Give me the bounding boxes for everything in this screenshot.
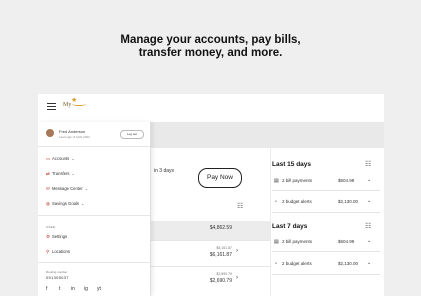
section-label: USER [46,225,56,229]
row-divider [272,190,380,191]
nav-item-locations[interactable]: ⚲ Locations [46,249,70,255]
filter-icon[interactable]: ☷ [365,160,371,168]
row-divider [150,266,270,267]
account-available: $2,890.79 [216,272,232,276]
user-name: Fred Anderson [59,129,86,134]
account-amount: $4,862.59 [209,225,232,231]
chevron-down-icon[interactable]: ⌄ [367,260,371,266]
log-out-button[interactable]: Log out [120,130,144,139]
nav-item-settings[interactable]: ⚙ Settings [46,234,67,240]
nav-label: Settings [52,234,68,239]
nav-label: Message Center [52,186,83,191]
chevron-down-icon: ⌄ [71,156,75,161]
instagram-icon[interactable]: ig [84,286,88,292]
budget-icon: ◔ [274,261,278,267]
chevron-right-icon[interactable]: › [236,275,238,281]
row-divider [272,274,380,275]
headline-line1: Manage your accounts, pay bills, [120,34,301,46]
twitter-icon[interactable]: t [59,286,60,292]
bill-due-text: in 3 days [154,168,175,174]
chevron-down-icon[interactable]: ⌄ [367,177,371,183]
item-label: 2 budget alerts [282,261,312,266]
budget-icon: ◔ [274,199,278,205]
nav-item-transfers[interactable]: ⇄ Transfers ⌄ [46,171,75,177]
nav-drawer: Fred Anderson Last login: 8 AUG 2022 Log… [38,122,151,296]
row-divider [272,212,380,213]
hamburger-menu-icon[interactable] [47,103,56,110]
nav-label: Accounts [52,156,70,161]
bill-icon: ▤ [274,239,279,245]
youtube-icon[interactable]: yt [97,286,101,292]
last-7-days-title: Last 7 days [272,223,308,230]
drawer-divider [38,215,150,216]
budget-alerts-item[interactable]: ◔ 2 budget alerts [274,261,312,267]
facebook-icon[interactable]: f [46,286,47,292]
item-label: 2 budget alerts [282,199,312,204]
nav-label: Transfers [52,171,70,176]
row-divider [272,251,380,252]
item-value: $2,130.00 [338,261,359,266]
row-divider [150,240,270,241]
bill-payments-item[interactable]: ▤ 2 bill payments [274,239,312,245]
nav-item-accounts[interactable]: ▭ Accounts ⌄ [46,156,75,162]
drawer-divider [38,146,150,147]
header-strip [150,122,384,148]
bill-payments-item[interactable]: ▤ 2 bill payments [274,178,312,184]
last-15-days-title: Last 15 days [272,161,312,168]
star-icon: ★ [71,96,78,104]
routing-label: Routing number [46,270,68,274]
item-label: 2 bill payments [282,178,313,183]
nav-label: Locations [52,249,70,254]
nav-label: Savings Goals [52,201,79,206]
app-logo[interactable]: ★ My [63,96,87,108]
item-value: $604.99 [338,178,355,183]
linkedin-icon[interactable]: in [71,286,75,292]
filter-icon[interactable]: ☷ [365,222,371,230]
chevron-down-icon: ⌄ [81,201,85,206]
app-frame: ★ My in 3 days Pay Now ☷ $4,862.59 $5,16… [38,94,384,296]
account-amount: $6,161.87 [209,252,232,258]
nav-item-message-center[interactable]: ✉ Message Center ⌄ [46,186,88,192]
chevron-down-icon[interactable]: ⌄ [367,238,371,244]
last-login: Last login: 8 AUG 2022 [59,135,90,139]
account-amount: $2,690.79 [209,278,232,284]
budget-alerts-item[interactable]: ◔ 2 budget alerts [274,199,312,205]
item-label: 2 bill payments [282,239,313,244]
item-value: $604.99 [338,239,355,244]
item-value: $2,130.00 [338,199,359,204]
headline-line2: transfer money, and more. [138,47,283,59]
account-available: $5,161.87 [216,246,232,250]
filter-icon[interactable]: ☷ [237,202,243,210]
drawer-divider [38,262,150,263]
chevron-down-icon[interactable]: ⌄ [367,198,371,204]
chevron-right-icon[interactable]: › [236,248,238,254]
chevron-down-icon: ⌄ [84,186,89,191]
routing-number: 091305037 [46,275,69,280]
top-bar: ★ My [38,94,384,123]
bill-icon: ▤ [274,178,279,184]
avatar [46,129,54,137]
chevron-down-icon: ⌄ [71,171,75,176]
pay-now-button[interactable]: Pay Now [198,168,242,188]
nav-item-savings-goals[interactable]: ◍ Savings Goals ⌄ [46,201,84,207]
